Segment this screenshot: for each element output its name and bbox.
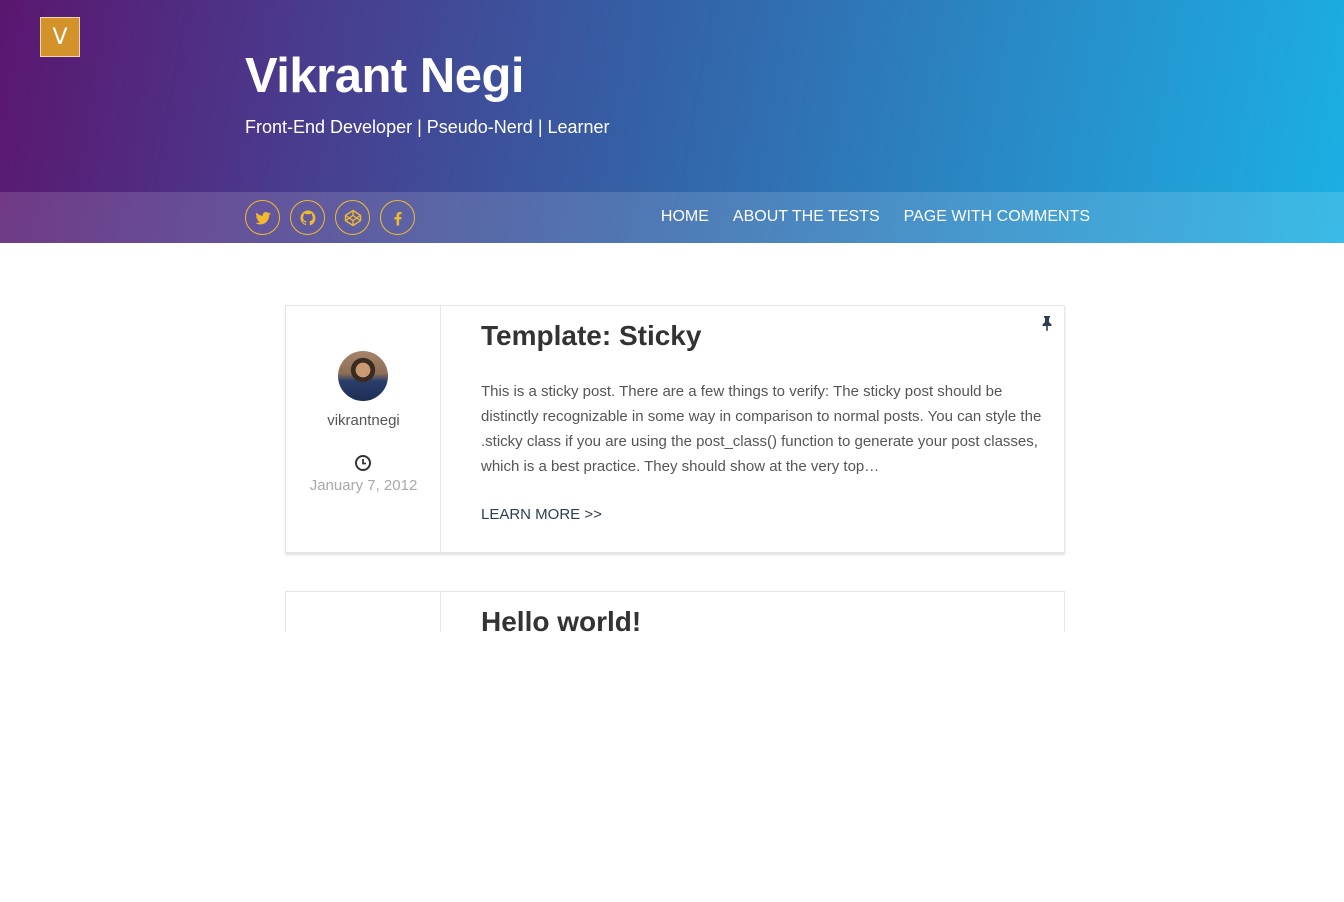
author-avatar[interactable]: [338, 351, 388, 401]
social-links: [245, 200, 415, 235]
site-tagline: Front-End Developer | Pseudo-Nerd | Lear…: [245, 117, 610, 137]
site-header: V Vikrant Negi Front-End Developer | Pse…: [0, 0, 1344, 243]
post-meta: vikrantnegi January 7, 2012: [286, 306, 441, 552]
codepen-link[interactable]: [335, 200, 370, 235]
site-logo[interactable]: V: [40, 17, 80, 57]
clock-icon: [355, 455, 371, 471]
twitter-icon: [255, 211, 271, 224]
post-excerpt: This is a sticky post. There are a few t…: [481, 383, 1042, 475]
facebook-icon: [393, 211, 402, 225]
twitter-link[interactable]: [245, 200, 280, 235]
facebook-link[interactable]: [380, 200, 415, 235]
post-meta: [286, 592, 441, 632]
navbar: Home About The Tests Page with comments: [0, 192, 1344, 243]
github-link[interactable]: [290, 200, 325, 235]
nav-home[interactable]: Home: [661, 208, 709, 226]
post-card: vikrantnegi January 7, 2012 Template: St…: [285, 305, 1065, 553]
github-icon: [300, 210, 315, 225]
post-title[interactable]: Hello world!: [481, 606, 641, 632]
post-title[interactable]: Template: Sticky: [481, 320, 701, 352]
learn-more-link[interactable]: LEARN MORE >>: [481, 506, 602, 523]
pin-icon: [1042, 316, 1052, 331]
site-title[interactable]: Vikrant Negi: [245, 48, 525, 104]
post-card: Hello world!: [285, 591, 1065, 632]
main-menu: Home About The Tests Page with comments: [661, 208, 1090, 226]
codepen-icon: [344, 209, 361, 226]
post-author[interactable]: vikrantnegi: [286, 412, 441, 429]
nav-about-the-tests[interactable]: About The Tests: [733, 208, 880, 226]
post-date: January 7, 2012: [309, 477, 418, 494]
nav-page-with-comments[interactable]: Page with comments: [904, 208, 1090, 226]
